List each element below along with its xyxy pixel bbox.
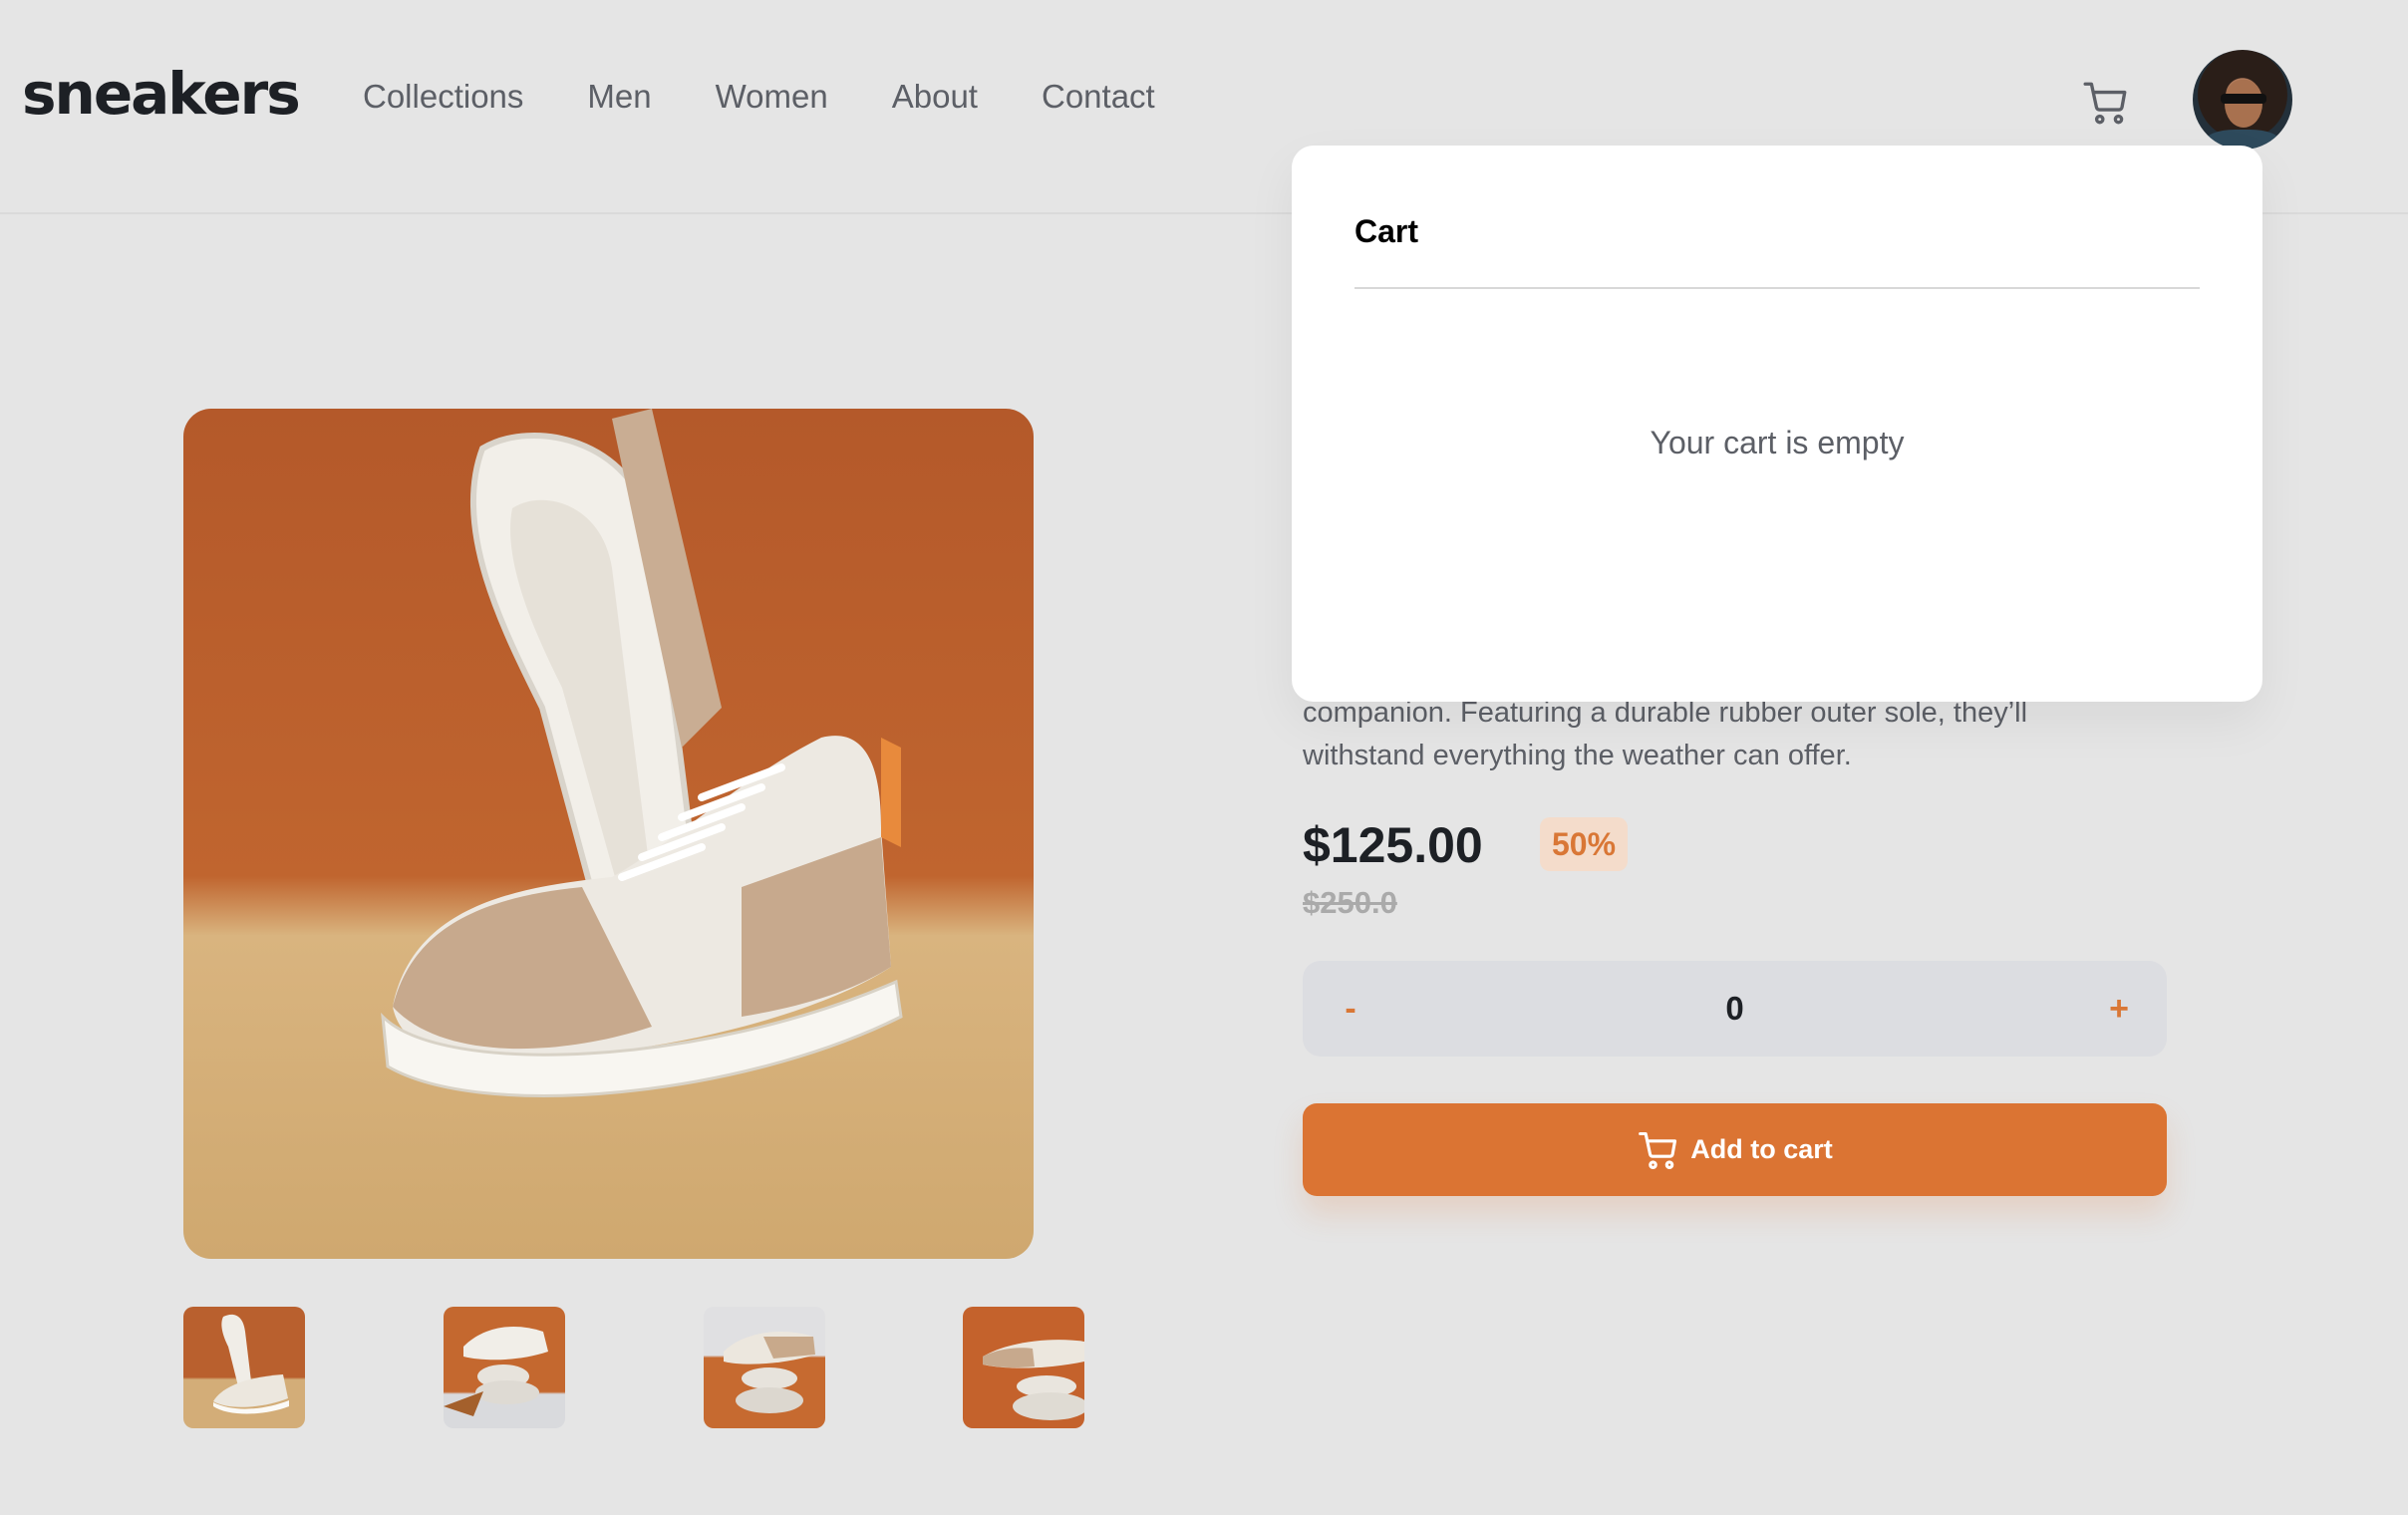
quantity-value: 0 xyxy=(1725,990,1744,1027)
thumbnail-3[interactable] xyxy=(704,1307,825,1428)
thumbnail-1[interactable] xyxy=(183,1307,305,1428)
decrease-quantity-button[interactable]: - xyxy=(1311,961,1390,1057)
thumbnail-4[interactable] xyxy=(963,1307,1084,1428)
nav-about[interactable]: About xyxy=(892,78,978,116)
user-avatar[interactable] xyxy=(2193,50,2292,150)
discount-badge: 50% xyxy=(1540,817,1629,871)
main-nav: Collections Men Women About Contact xyxy=(363,78,1219,116)
increase-quantity-button[interactable]: + xyxy=(2079,961,2159,1057)
cart-empty-message: Your cart is empty xyxy=(1650,425,1905,460)
original-price: $250.0 xyxy=(1303,885,1397,920)
cart-popup: Cart Your cart is empty xyxy=(1292,146,2262,702)
quantity-stepper: 0 - + xyxy=(1303,961,2167,1057)
add-to-cart-label: Add to cart xyxy=(1690,1134,1833,1164)
current-price: $125.00 xyxy=(1303,817,1483,873)
cart-icon xyxy=(1637,1128,1680,1172)
cart-divider xyxy=(1354,287,2200,289)
nav-contact[interactable]: Contact xyxy=(1042,78,1155,116)
product-description: companion. Featuring a durable rubber ou… xyxy=(1303,697,2028,771)
avatar-glasses xyxy=(2221,94,2266,104)
cart-icon[interactable] xyxy=(2081,78,2131,128)
nav-men[interactable]: Men xyxy=(587,78,651,116)
sneaker-main-image[interactable] xyxy=(183,409,1034,1259)
nav-collections[interactable]: Collections xyxy=(363,78,523,116)
nav-women[interactable]: Women xyxy=(716,78,828,116)
brand-logo[interactable]: sneakers xyxy=(22,60,301,128)
cart-title: Cart xyxy=(1354,213,1419,249)
thumbnail-2[interactable] xyxy=(444,1307,565,1428)
avatar-face xyxy=(2225,80,2262,128)
add-to-cart-button[interactable]: Add to cart xyxy=(1303,1103,2167,1196)
